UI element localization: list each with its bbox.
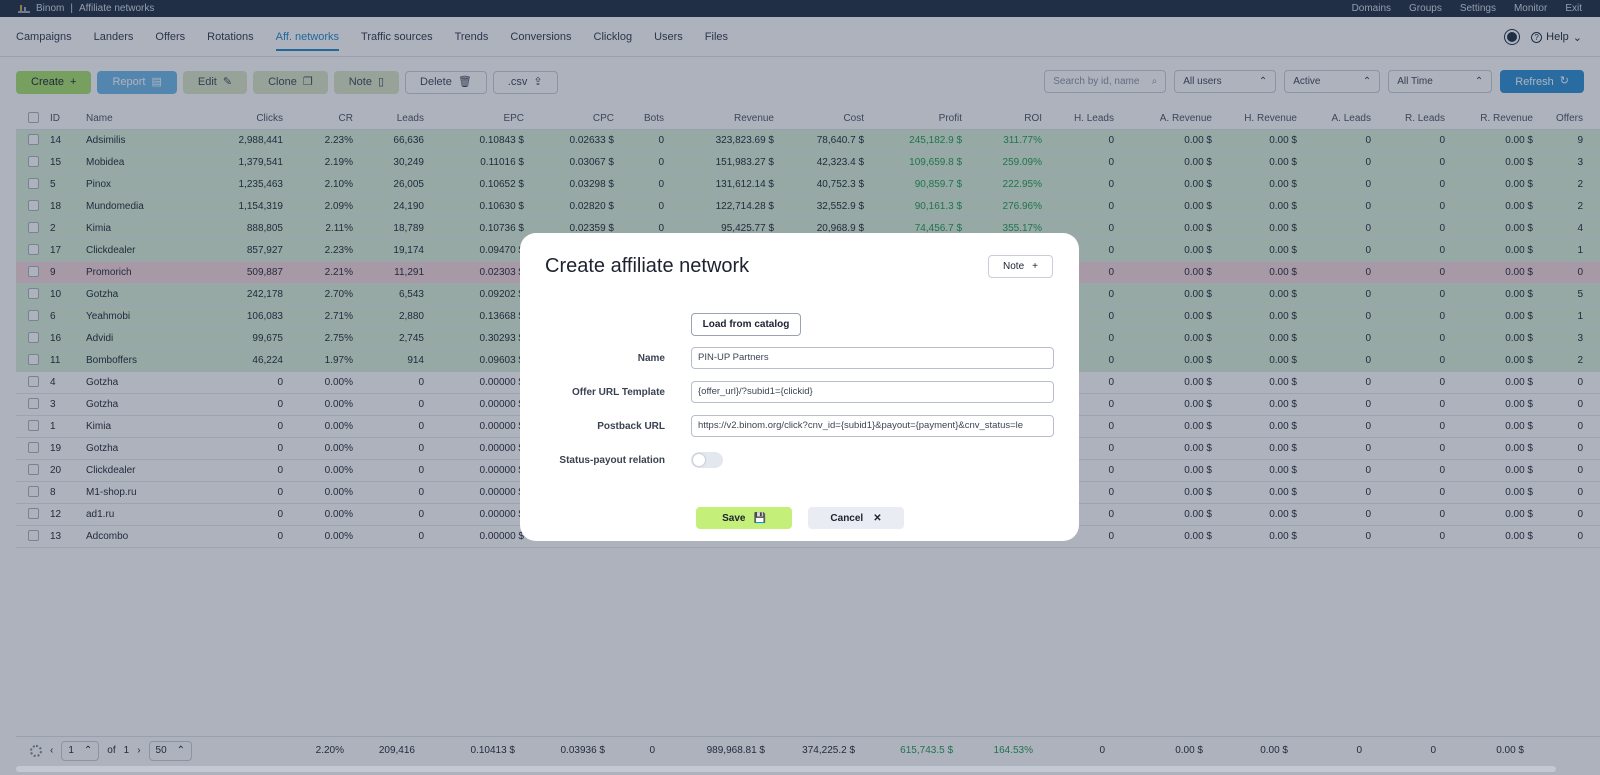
- postback-url-field[interactable]: https://v2.binom.org/click?cnv_id={subid…: [691, 415, 1054, 437]
- dialog-title: Create affiliate network: [545, 255, 750, 277]
- status-payout-toggle[interactable]: [691, 452, 723, 468]
- save-button[interactable]: Save 💾: [696, 507, 792, 529]
- offer-url-label: Offer URL Template: [572, 386, 665, 398]
- note-button[interactable]: Note +: [988, 255, 1053, 278]
- status-payout-label: Status-payout relation: [559, 454, 665, 466]
- offer-url-row: Offer URL Template {offer_url}/?subid1={…: [520, 381, 1079, 403]
- name-row: Name PIN-UP Partners: [520, 347, 1079, 369]
- load-from-catalog-button[interactable]: Load from catalog: [691, 313, 801, 336]
- plus-icon: +: [1032, 261, 1038, 272]
- offer-url-field[interactable]: {offer_url}/?subid1={clickid}: [691, 381, 1054, 403]
- name-label: Name: [637, 352, 665, 364]
- close-icon: ✕: [873, 512, 882, 524]
- save-icon: 💾: [753, 512, 766, 524]
- name-field[interactable]: PIN-UP Partners: [691, 347, 1054, 369]
- horizontal-scrollbar[interactable]: [16, 766, 1556, 772]
- postback-row: Postback URL https://v2.binom.org/click?…: [520, 415, 1079, 437]
- postback-label: Postback URL: [597, 420, 665, 432]
- status-payout-row: Status-payout relation: [520, 449, 1079, 471]
- create-network-dialog: Create affiliate network Note + Load from…: [520, 233, 1079, 541]
- cancel-button[interactable]: Cancel ✕: [808, 507, 904, 529]
